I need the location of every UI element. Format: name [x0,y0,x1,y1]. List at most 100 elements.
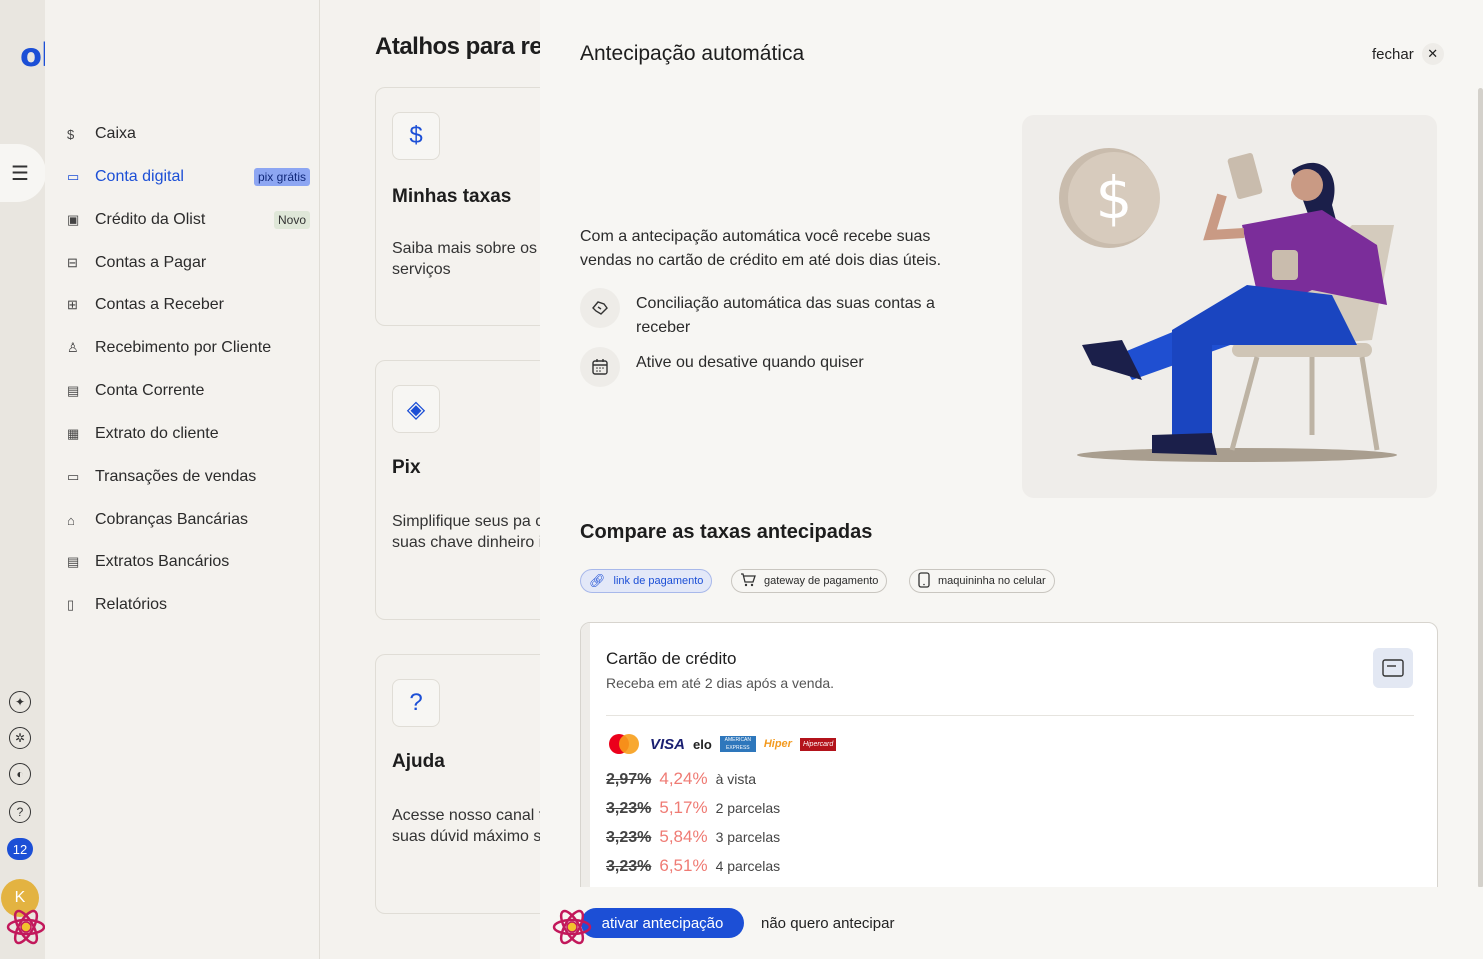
new-rate: 5,84% [659,827,708,846]
sidebar-item-label: Crédito da Olist [95,211,206,228]
user-icon: ♙ [67,340,79,355]
card-title: Pix [392,457,421,478]
chip-gateway-pagamento[interactable]: gateway de pagamento [731,569,888,593]
drawer-title: Antecipação automática [580,42,805,65]
sidebar-item-extratos-bancarios[interactable]: ▤ Extratos Bancários [67,548,312,576]
sidebar-item-credito[interactable]: ▣ Crédito da Olist Novo [67,206,312,234]
react-devtools-icon[interactable] [552,907,592,947]
sidebar-item-conta-corrente[interactable]: ▤ Conta Corrente [67,377,312,405]
nao-quero-antecipar-button[interactable]: não quero antecipar [761,915,894,932]
rate-row: 3,23% 6,51% 4 parcelas [606,856,780,876]
calendar-icon [580,347,620,387]
new-rate: 4,24% [659,769,708,788]
feature-item: Conciliação automática das suas contas a… [580,288,966,340]
sidebar-item-label: Recebimento por Cliente [95,339,272,356]
sidebar-item-relatorios[interactable]: ▯ Relatórios [67,591,312,619]
sidebar-item-conta-digital[interactable]: ▭ Conta digital pix grátis [67,163,312,191]
card-brands: VISA elo AMERICAN EXPRESS Hiper Hipercar… [606,733,837,755]
plus-box-icon: ⊞ [67,297,78,312]
sidebar-item-extrato-cliente[interactable]: ▦ Extrato do cliente [67,420,312,448]
new-rate: 6,51% [659,856,708,875]
shortcut-card-pix[interactable]: ◈ Pix Simplifique seus pa cadastre suas … [375,360,540,620]
react-devtools-icon[interactable] [6,907,46,947]
rate-label: 4 parcelas [715,858,781,874]
sidebar-item-cobrancas[interactable]: ⌂ Cobranças Bancárias [67,506,312,534]
help-icon[interactable]: ? [9,801,31,823]
help-icon: ? [392,679,440,727]
divider [606,715,1414,716]
close-icon: ✕ [1421,43,1444,65]
new-rate: 5,17% [659,798,708,817]
rate-label: à vista [715,771,757,787]
intro-text: Com a antecipação automática você recebe… [580,228,942,269]
old-rate: 2,97% [606,771,652,788]
sidebar-item-label: Transações de vendas [95,468,257,485]
sidebar-item-label: Caixa [95,125,136,142]
old-rate: 3,23% [606,829,652,846]
shortcut-card-ajuda[interactable]: ? Ajuda Acesse nosso canal todas as suas… [375,654,540,914]
chip-label: link de pagamento [613,575,704,587]
shortcut-card-taxas[interactable]: $ Minhas taxas Saiba mais sobre os dos n… [375,87,540,326]
chip-maquininha-celular[interactable]: maquininha no celular [909,569,1055,593]
compare-title: Compare as taxas antecipadas [580,521,873,543]
cart-icon [740,572,756,590]
close-label: fechar [1372,45,1414,63]
contrast-icon[interactable]: ◐ [9,763,31,785]
sidebar-item-caixa[interactable]: $ Caixa [67,120,312,148]
old-rate: 3,23% [606,858,652,875]
sidebar-item-label: Conta digital [95,168,184,185]
antecipacao-drawer: Antecipação automática fechar ✕ Com a an… [540,0,1483,959]
main-content: Atalhos para re $ Minhas taxas Saiba mai… [320,0,540,959]
sidebar: $ Caixa ▭ Conta digital pix grátis ▣ Cré… [45,0,320,959]
sidebar-item-label: Cobranças Bancárias [95,511,248,528]
card-title: Ajuda [392,751,445,772]
old-rate: 3,23% [606,800,652,817]
page-title: Atalhos para re [375,33,540,60]
chip-label: maquininha no celular [938,575,1046,587]
pix-icon: ◈ [392,385,440,433]
chip-link-pagamento[interactable]: 🔗︎ link de pagamento [580,569,713,593]
card-accent [581,623,590,901]
list-icon: ▤ [67,554,80,569]
svg-text:$: $ [1096,164,1133,232]
feature-text: Ative ou desative quando quiser [636,354,864,371]
hipercard-icon: Hipercard [799,737,837,751]
amex-icon: AMERICAN EXPRESS [719,736,756,752]
woman-reading-illustration: $ [1059,148,1397,462]
sidebar-item-label: Contas a Pagar [95,254,207,271]
card-icon: ▭ [67,469,80,484]
rate-row: 2,97% 4,24% à vista [606,769,756,789]
notification-badge[interactable]: 12 [7,838,33,860]
rate-row: 3,23% 5,17% 2 parcelas [606,798,780,818]
drawer-footer: ativar antecipação não quero antecipar [540,887,1483,959]
sidebar-item-label: Contas a Receber [95,296,224,313]
dollar-icon: $ [67,126,75,142]
novo-badge: Novo [273,211,310,229]
sidebar-item-contas-pagar[interactable]: ⊟ Contas a Pagar [67,249,312,277]
bank-icon: ⌂ [67,512,75,528]
bug-icon[interactable]: ✲ [9,727,31,749]
sidebar-item-label: Extratos Bancários [95,553,230,570]
illustration: $ [1022,115,1437,498]
table-icon: ▤ [67,383,80,398]
sparkle-icon[interactable]: ✦ [9,691,31,713]
scrollbar[interactable] [1478,88,1483,888]
phone-icon [918,571,930,591]
card-description: Simplifique seus pa cadastre suas chave … [392,513,540,551]
menu-icon[interactable]: ☰ [0,144,46,202]
sidebar-item-contas-receber[interactable]: ⊞ Contas a Receber [67,291,312,319]
left-rail: ☰ ✦ ✲ ◐ ? 12 K [0,0,46,959]
rate-label: 2 parcelas [715,800,781,816]
rate-label: 3 parcelas [715,829,781,845]
minus-box-icon: ⊟ [67,255,78,270]
ativar-antecipacao-button[interactable]: ativar antecipação [581,908,744,938]
credit-card-panel: Cartão de crédito Receba em até 2 dias a… [580,622,1438,902]
credit-card-title: Cartão de crédito [606,649,737,668]
handshake-icon [580,288,620,328]
sidebar-item-recebimento-cliente[interactable]: ♙ Recebimento por Cliente [67,334,312,362]
pix-gratis-badge: pix grátis [253,168,310,186]
sidebar-item-transacoes[interactable]: ▭ Transações de vendas [67,463,312,491]
grid-icon: ▦ [67,426,80,441]
sidebar-item-label: Relatórios [95,596,168,613]
close-button[interactable]: fechar ✕ [1372,43,1444,65]
